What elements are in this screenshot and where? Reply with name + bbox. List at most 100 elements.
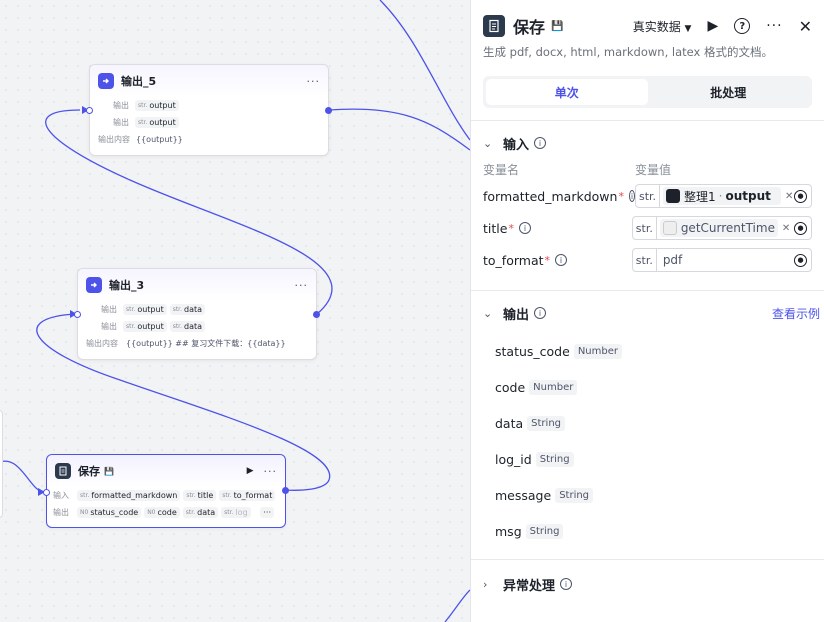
data-mode-dropdown[interactable]: 真实数据 ▼ xyxy=(633,18,692,35)
close-icon[interactable]: ✕ xyxy=(799,17,812,36)
run-icon[interactable]: ▶ xyxy=(707,18,718,34)
run-icon[interactable]: ▶ xyxy=(247,466,254,476)
node-output-3[interactable]: 输出_3 ··· 输出 str. output str. data 输出 str. o… xyxy=(74,268,320,360)
separator: · xyxy=(718,189,723,203)
tab-single[interactable]: 单次 xyxy=(486,79,648,105)
var-name: code xyxy=(157,508,177,517)
input-value[interactable]: pdf xyxy=(663,253,682,267)
var-name: data xyxy=(184,305,203,314)
clear-icon[interactable]: ✕ xyxy=(785,191,793,202)
input-row: formatted_markdown * i str. 整理1 · output ✕ ● xyxy=(471,180,824,212)
output-port[interactable] xyxy=(325,107,332,114)
view-example-link[interactable]: 查看示例 xyxy=(772,305,820,322)
output-port[interactable] xyxy=(282,487,289,494)
input-port[interactable] xyxy=(74,311,81,318)
edge-top-right[interactable] xyxy=(379,0,470,141)
info-icon[interactable]: i xyxy=(560,578,573,590)
type-label: str. xyxy=(126,323,136,330)
more-outputs-tag[interactable]: ··· xyxy=(260,507,274,518)
output-type: Number xyxy=(529,379,578,395)
type-label: str. xyxy=(633,217,657,239)
more-icon[interactable]: ··· xyxy=(295,279,309,292)
chevron-down-icon[interactable]: ⌄ xyxy=(483,307,497,320)
col-name: 变量名 xyxy=(483,163,520,177)
variable-reference[interactable]: 整理1 · output xyxy=(663,187,781,205)
var-name: title xyxy=(197,491,214,500)
info-icon[interactable]: i xyxy=(534,307,547,319)
input-value-field[interactable]: str. 整理1 · output ✕ ● xyxy=(635,184,812,208)
output-port[interactable] xyxy=(313,311,320,318)
node-row: 输出 N0 status_code N0 code str. data str. log… xyxy=(47,504,285,521)
input-section-header[interactable]: ⌄ 输入 i xyxy=(471,133,824,153)
variable-reference[interactable]: getCurrentTime·c xyxy=(659,219,778,237)
panel-title: 保存 xyxy=(513,18,546,37)
info-icon[interactable]: i xyxy=(534,137,547,149)
document-icon xyxy=(55,463,71,479)
edge-out5-to-panel[interactable] xyxy=(328,108,470,151)
content-text: {{output}} ## 复习文件下载：{{data}} xyxy=(126,339,286,348)
output-name: status_code xyxy=(495,343,570,359)
type-label: str. xyxy=(633,249,657,271)
edge-bottom-right[interactable] xyxy=(444,589,470,622)
output-type: String xyxy=(525,523,564,539)
output-row: data String xyxy=(471,405,824,441)
edge-left-to-save[interactable] xyxy=(0,460,44,493)
chevron-right-icon[interactable]: › xyxy=(483,578,497,591)
info-icon[interactable]: i xyxy=(518,222,531,234)
target-icon[interactable]: ● xyxy=(794,189,807,203)
content-label: 输出内容 xyxy=(98,135,130,144)
type-label: str. xyxy=(138,119,148,126)
output-row: code Number xyxy=(471,369,824,405)
type-label: str. xyxy=(126,306,136,313)
clear-icon[interactable]: ✕ xyxy=(782,223,790,234)
var-tag: str. to_format xyxy=(219,490,276,501)
partial-node-left[interactable] xyxy=(0,410,3,518)
save-icon: 💾 xyxy=(104,466,114,476)
caret-down-icon: ▼ xyxy=(684,23,692,34)
node-config-panel: 保存 💾 真实数据 ▼ ▶ ? ··· ✕ 生成 pdf, docx, html… xyxy=(470,0,824,622)
input-value-field[interactable]: str. getCurrentTime·c ✕ ● xyxy=(631,216,812,240)
input-var-name: title * i xyxy=(483,221,632,236)
tab-batch[interactable]: 批处理 xyxy=(648,79,810,105)
var-name: output xyxy=(149,118,176,127)
node-row: 输入 str. formatted_markdown str. title str.… xyxy=(47,487,285,504)
required-mark: * xyxy=(508,221,514,235)
node-output-5[interactable]: 输出_5 ··· 输出 str. output 输出 str. output 输出内… xyxy=(86,64,332,156)
type-label: str. xyxy=(224,509,234,516)
input-port[interactable] xyxy=(43,489,50,496)
row-label: 输出 xyxy=(53,508,69,517)
var-name: data xyxy=(197,508,216,517)
var-name: formatted_markdown xyxy=(91,491,178,500)
output-name: log_id xyxy=(495,451,532,467)
more-icon[interactable]: ··· xyxy=(307,75,321,88)
type-label: N0 xyxy=(80,509,89,516)
var-tag: str. output xyxy=(123,321,167,332)
node-content-row: 输出内容 {{output}} xyxy=(90,131,328,148)
row-label: 输出 xyxy=(101,322,117,331)
var-name: log xyxy=(235,508,248,517)
info-icon[interactable]: i xyxy=(555,254,568,266)
help-icon[interactable]: ? xyxy=(734,18,751,34)
workflow-canvas[interactable]: 输出_5 ··· 输出 str. output 输出 str. output 输出内… xyxy=(0,0,470,622)
more-icon[interactable]: ··· xyxy=(264,465,278,478)
output-row: status_code Number xyxy=(471,333,824,369)
chevron-down-icon[interactable]: ⌄ xyxy=(483,137,497,150)
target-icon[interactable]: ● xyxy=(794,253,807,267)
type-label: str. xyxy=(185,509,196,516)
output-name: data xyxy=(495,415,524,431)
content-text: {{output}} xyxy=(136,135,183,144)
node-save[interactable]: 保存 💾 ▶ ··· 输入 str. formatted_markdown str… xyxy=(43,454,289,528)
input-var-label: formatted_markdown xyxy=(483,188,618,204)
section-title: 输出 xyxy=(503,307,530,323)
row-label: 输出 xyxy=(113,101,129,110)
output-type: String xyxy=(535,451,574,467)
var-tag: str. output xyxy=(135,100,179,111)
type-label: str. xyxy=(222,492,232,499)
input-value-field[interactable]: str. pdf ● xyxy=(631,248,812,272)
output-section-header[interactable]: ⌄ 输出 i 查看示例 xyxy=(471,303,824,323)
content-label: 输出内容 xyxy=(86,339,118,348)
error-section-header[interactable]: › 异常处理 i xyxy=(471,574,824,594)
input-port[interactable] xyxy=(86,107,93,114)
more-icon[interactable]: ··· xyxy=(766,18,782,34)
target-icon[interactable]: ● xyxy=(794,221,807,235)
